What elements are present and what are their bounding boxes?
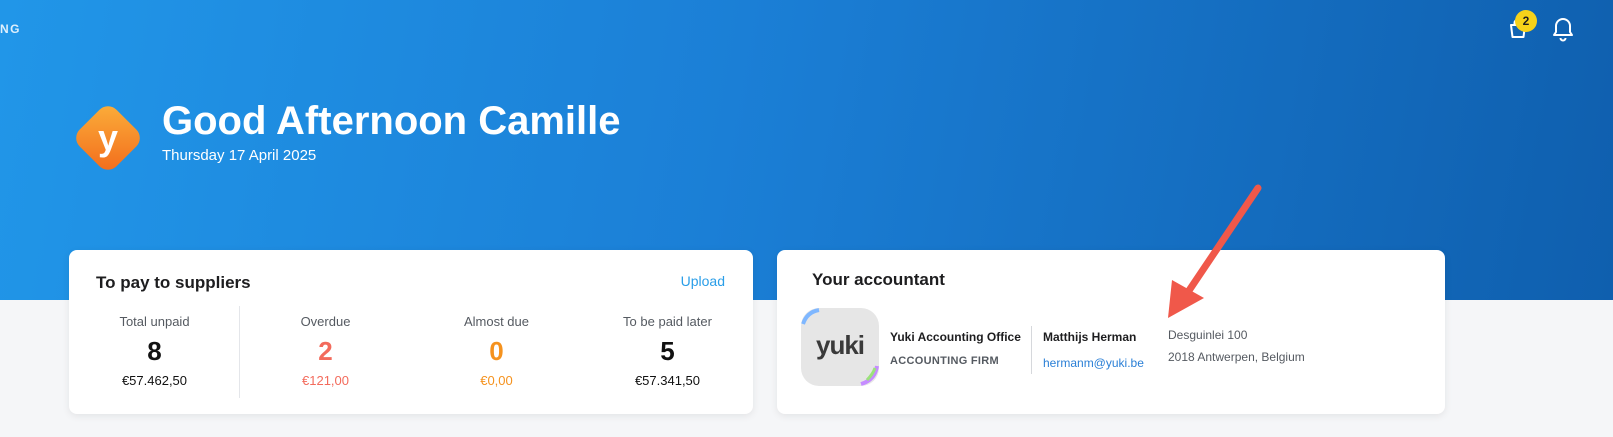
cart-count-badge: 2 bbox=[1515, 10, 1537, 32]
yuki-logo-icon: y bbox=[76, 106, 140, 170]
bell-icon[interactable] bbox=[1551, 16, 1575, 42]
address-line-1: Desguinlei 100 bbox=[1168, 328, 1248, 342]
stat-amount: €57.341,50 bbox=[634, 373, 701, 388]
firm-name: Yuki Accounting Office bbox=[890, 330, 1021, 344]
stat-amount: €0,00 bbox=[480, 373, 513, 388]
accountant-person-name: Matthijs Herman bbox=[1043, 330, 1137, 344]
suppliers-card-title: To pay to suppliers bbox=[96, 273, 251, 292]
stat-count: 5 bbox=[660, 336, 675, 366]
suppliers-card: To pay to suppliers Upload Total unpaid … bbox=[69, 250, 753, 414]
accountant-logo-text: yuki bbox=[815, 330, 865, 360]
greeting-title: Good Afternoon Camille bbox=[162, 99, 621, 143]
stat-to-be-paid-later[interactable]: To be paid later 5 €57.341,50 bbox=[582, 306, 753, 398]
accountant-card-title: Your accountant bbox=[812, 270, 945, 289]
stat-amount: €121,00 bbox=[302, 373, 349, 388]
stat-total-unpaid[interactable]: Total unpaid 8 €57.462,50 bbox=[69, 306, 240, 398]
stat-count: 8 bbox=[147, 336, 162, 366]
firm-type: ACCOUNTING FIRM bbox=[890, 355, 999, 367]
divider bbox=[1031, 326, 1032, 374]
accountant-logo: yuki bbox=[801, 308, 879, 386]
stat-amount: €57.462,50 bbox=[121, 373, 188, 388]
stat-label: Total unpaid bbox=[119, 314, 190, 329]
supplier-stats: Total unpaid 8 €57.462,50 Overdue 2 €121… bbox=[69, 306, 753, 398]
address-line-2: 2018 Antwerpen, Belgium bbox=[1168, 350, 1305, 364]
stat-label: Overdue bbox=[300, 314, 351, 329]
accountant-card: Your accountant yuki Yuki Accounting Off… bbox=[777, 250, 1445, 414]
stat-almost-due[interactable]: Almost due 0 €0,00 bbox=[411, 306, 582, 398]
nav-item-fragment[interactable]: NG bbox=[0, 22, 21, 36]
accountant-email-link[interactable]: hermanm@yuki.be bbox=[1043, 356, 1144, 370]
stat-count: 2 bbox=[318, 336, 333, 366]
stat-overdue[interactable]: Overdue 2 €121,00 bbox=[240, 306, 411, 398]
stat-label: Almost due bbox=[463, 314, 530, 329]
current-date: Thursday 17 April 2025 bbox=[162, 147, 317, 164]
stat-count: 0 bbox=[489, 336, 504, 366]
upload-link[interactable]: Upload bbox=[681, 273, 725, 289]
svg-text:y: y bbox=[98, 117, 118, 158]
annotation-arrow bbox=[1168, 184, 1262, 318]
stat-label: To be paid later bbox=[623, 314, 712, 329]
